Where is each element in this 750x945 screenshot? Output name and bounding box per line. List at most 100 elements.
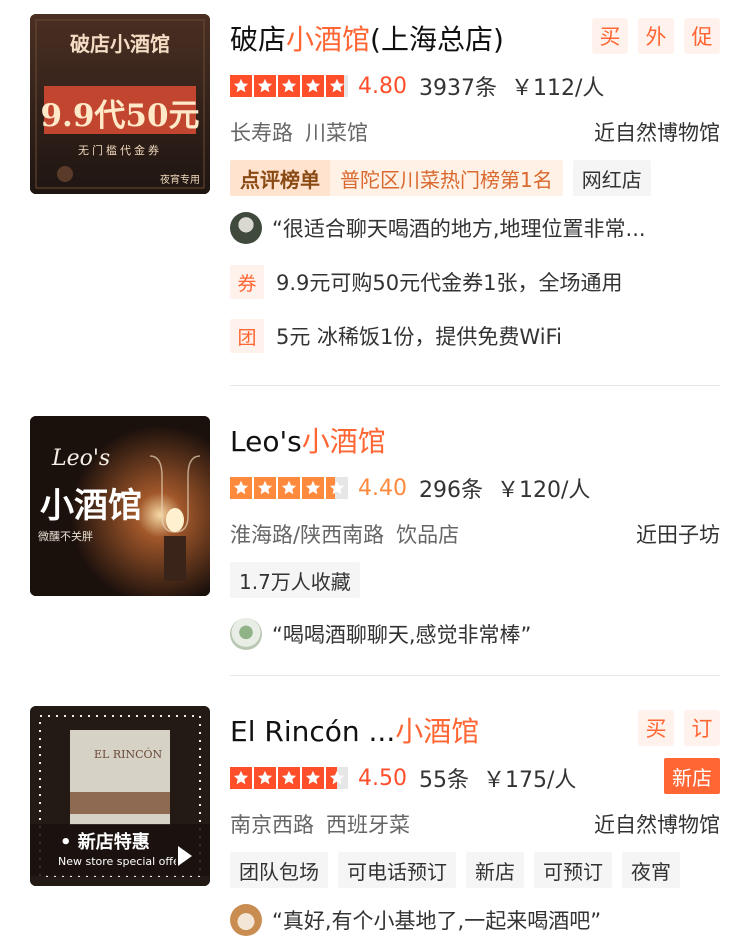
nearby-label: 近田子坊 bbox=[636, 523, 720, 547]
review-count: 3937条 bbox=[418, 76, 497, 101]
shop-thumbnail[interactable]: EL RINCÓN • 新店特惠 New store special offer bbox=[30, 706, 210, 886]
category-label: 西班牙菜 bbox=[326, 813, 410, 837]
feature-tag: 团队包场 bbox=[230, 852, 328, 888]
feature-tag: 新店 bbox=[466, 852, 524, 888]
star-icon bbox=[254, 477, 276, 499]
shop-title[interactable]: Leo's小酒馆 bbox=[230, 420, 386, 460]
star-icon bbox=[278, 75, 300, 97]
rating-row: 4.80 3937条 ￥112/人 bbox=[230, 66, 720, 106]
deal-row[interactable]: 券 9.9元可购50元代金券1张，全场通用 bbox=[230, 264, 720, 300]
avatar bbox=[230, 618, 262, 650]
shop-title[interactable]: El Rincón ...小酒馆 bbox=[230, 710, 479, 750]
deal-text: 9.9元可购50元代金券1张，全场通用 bbox=[276, 271, 623, 295]
group-deal-icon: 团 bbox=[230, 319, 264, 353]
shop-card[interactable]: 破店小酒馆 9.9代50元 无门槛代金券 夜宵专用 破店小酒馆(上海总店) 买 … bbox=[0, 14, 750, 384]
thumb-sub-text: New store special offer bbox=[58, 855, 176, 868]
divider bbox=[230, 385, 720, 386]
star-rating bbox=[230, 477, 348, 499]
shop-title[interactable]: 破店小酒馆(上海总店) bbox=[230, 18, 504, 58]
new-shop-badge: 新店 bbox=[664, 758, 720, 794]
shop-info: Leo's小酒馆 4.40 296条 ￥120/人 淮海路/陕西南路 饮品店 近… bbox=[230, 416, 720, 652]
star-icon bbox=[230, 477, 252, 499]
shop-card[interactable]: Leo's 小酒馆 微醺不关胖 Leo's小酒馆 4.40 296条 ￥120/… bbox=[0, 416, 750, 656]
divider bbox=[230, 675, 720, 676]
star-icon bbox=[326, 477, 348, 499]
title-highlight: 小酒馆 bbox=[286, 23, 371, 56]
star-icon bbox=[254, 75, 276, 97]
rank-badge[interactable]: 点评榜单 普陀区川菜热门榜第1名 bbox=[230, 160, 563, 196]
star-rating bbox=[230, 767, 348, 789]
tags-row: 1.7万人收藏 bbox=[230, 562, 720, 598]
deal-text: 5元 冰稀饭1份，提供免费WiFi bbox=[276, 325, 562, 349]
feature-tag: 夜宵 bbox=[622, 852, 680, 888]
rating-score: 4.40 bbox=[358, 475, 407, 501]
meta-row: 长寿路 川菜馆 近自然博物馆 bbox=[230, 112, 720, 152]
thumb-big-text: • 新店特惠 bbox=[60, 832, 150, 853]
activity-tags: 买 外 促 bbox=[592, 18, 720, 54]
title-prefix: Leo's bbox=[230, 425, 302, 458]
review-text: “喝喝酒聊聊天,感觉非常棒” bbox=[272, 623, 532, 647]
shop-card[interactable]: EL RINCÓN • 新店特惠 New store special offer… bbox=[0, 706, 750, 945]
feature-tag: 网红店 bbox=[572, 160, 651, 196]
buy-tag: 买 bbox=[638, 710, 674, 746]
thumb-title: 破店小酒馆 bbox=[70, 32, 170, 56]
rating-score: 4.50 bbox=[358, 765, 407, 791]
review-snippet[interactable]: “真好,有个小基地了,一起来喝酒吧” bbox=[230, 902, 720, 938]
tags-row: 团队包场 可电话预订 新店 可预订 夜宵 bbox=[230, 852, 720, 888]
star-icon bbox=[326, 75, 348, 97]
star-icon bbox=[254, 767, 276, 789]
title-row: Leo's小酒馆 bbox=[230, 416, 720, 464]
shop-thumbnail[interactable]: Leo's 小酒馆 微醺不关胖 bbox=[30, 416, 210, 596]
rating-score: 4.80 bbox=[358, 73, 407, 99]
coupon-icon: 券 bbox=[230, 265, 264, 299]
star-icon bbox=[230, 767, 252, 789]
star-icon bbox=[278, 767, 300, 789]
area-label: 淮海路/陕西南路 bbox=[230, 523, 385, 547]
title-suffix: (上海总店) bbox=[370, 23, 504, 56]
title-row: El Rincón ...小酒馆 买 订 bbox=[230, 706, 720, 754]
favorites-tag: 1.7万人收藏 bbox=[230, 562, 360, 598]
title-prefix: 破店 bbox=[230, 23, 287, 56]
thumb-big-text: 9.9代50元 bbox=[40, 98, 200, 134]
category-label: 饮品店 bbox=[396, 523, 460, 547]
avg-price: ￥175/人 bbox=[482, 768, 577, 793]
thumb-sub-text: 微醺不关胖 bbox=[38, 530, 93, 543]
deal-row[interactable]: 团 5元 冰稀饭1份，提供免费WiFi bbox=[230, 318, 720, 354]
review-text: “真好,有个小基地了,一起来喝酒吧” bbox=[272, 909, 602, 933]
reserve-tag: 订 bbox=[684, 710, 720, 746]
star-icon bbox=[278, 477, 300, 499]
review-snippet[interactable]: “喝喝酒聊聊天,感觉非常棒” bbox=[230, 616, 720, 652]
meta-row: 淮海路/陕西南路 饮品店 近田子坊 bbox=[230, 514, 720, 554]
avatar bbox=[230, 212, 262, 244]
rating-row: 4.40 296条 ￥120/人 bbox=[230, 468, 720, 508]
title-prefix: El Rincón ... bbox=[230, 715, 396, 748]
thumb-sign-text: EL RINCÓN bbox=[94, 748, 163, 761]
review-snippet[interactable]: “很适合聊天喝酒的地方,地理位置非常... bbox=[230, 210, 720, 246]
shop-info: El Rincón ...小酒馆 买 订 4.50 55条 ￥175/人 新店 … bbox=[230, 706, 720, 938]
thumb-note: 夜宵专用 bbox=[160, 175, 200, 186]
thumb-sub-text: 无门槛代金券 bbox=[78, 144, 162, 157]
shop-list: 破店小酒馆 9.9代50元 无门槛代金券 夜宵专用 破店小酒馆(上海总店) 买 … bbox=[0, 0, 750, 945]
star-icon bbox=[326, 767, 348, 789]
buy-tag: 买 bbox=[592, 18, 628, 54]
star-rating bbox=[230, 75, 348, 97]
feature-tag: 可电话预订 bbox=[338, 852, 456, 888]
avg-price: ￥120/人 bbox=[496, 478, 591, 503]
review-text: “很适合聊天喝酒的地方,地理位置非常... bbox=[272, 217, 646, 241]
shop-thumbnail[interactable]: 破店小酒馆 9.9代50元 无门槛代金券 夜宵专用 bbox=[30, 14, 210, 194]
review-count: 55条 bbox=[418, 768, 469, 793]
feature-tag: 可预订 bbox=[534, 852, 612, 888]
activity-tags: 买 订 bbox=[638, 710, 720, 746]
shop-info: 破店小酒馆(上海总店) 买 外 促 4.80 3937条 ￥112/人 长寿路 … bbox=[230, 14, 720, 354]
area-label: 长寿路 bbox=[230, 121, 293, 145]
nearby-label: 近自然博物馆 bbox=[594, 813, 720, 837]
avg-price: ￥112/人 bbox=[510, 76, 605, 101]
review-count: 296条 bbox=[418, 478, 483, 503]
area-label: 南京西路 bbox=[230, 813, 314, 837]
star-icon bbox=[230, 75, 252, 97]
rating-row: 4.50 55条 ￥175/人 新店 bbox=[230, 758, 720, 798]
title-row: 破店小酒馆(上海总店) 买 外 促 bbox=[230, 14, 720, 62]
promo-tag: 促 bbox=[684, 18, 720, 54]
thumb-big-text: 小酒馆 bbox=[40, 486, 142, 526]
avatar bbox=[230, 904, 262, 936]
